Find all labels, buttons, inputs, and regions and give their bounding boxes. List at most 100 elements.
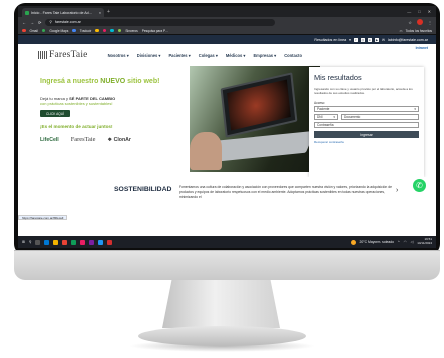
browser-menu-icon[interactable]: ⋮	[428, 20, 432, 25]
close-window-icon[interactable]: ✕	[428, 9, 431, 14]
browser-tab-bar: Inicio - Fares Taie Laboratorio de Ad… ×…	[18, 6, 436, 17]
browser-tab[interactable]: Inicio - Fares Taie Laboratorio de Ad… ×	[22, 8, 104, 17]
menu-item-colegas[interactable]: Colegas ▾	[199, 53, 218, 58]
windows-start-icon[interactable]: ⊞	[22, 240, 25, 244]
new-tab-button[interactable]: +	[107, 8, 110, 17]
partner-logos: LifeCell FaresTaie ❖ ClonAr	[40, 136, 131, 143]
chrome-icon[interactable]	[62, 239, 68, 245]
bookmark-folder-icon	[117, 28, 122, 33]
menu-item-empresas[interactable]: Empresas ▾	[253, 53, 276, 58]
window-controls: — □ ✕	[407, 6, 436, 17]
site-header: FaresTaie Nosotros ▾ Divisiones ▾ Pacien…	[18, 44, 436, 66]
menu-item-medicos[interactable]: Médicos ▾	[226, 53, 246, 58]
whatsapp-icon[interactable]: ✆	[413, 179, 426, 192]
taskbar-search-icon[interactable]: ⚲	[29, 240, 31, 244]
login-submit-button[interactable]: Ingresar	[314, 131, 419, 138]
weather-icon	[350, 239, 356, 245]
wifi-icon[interactable]: ◠	[404, 240, 407, 244]
minimize-icon[interactable]: —	[407, 9, 411, 14]
taskbar-app-icon[interactable]	[80, 239, 86, 245]
clonar-logo: ❖ ClonAr	[107, 136, 131, 143]
taskbar-app-icon[interactable]	[107, 239, 113, 245]
menu-item-nosotros[interactable]: Nosotros ▾	[108, 53, 129, 58]
access-type-value: Paciente	[317, 107, 330, 111]
document-row: DNI ▾ Documento	[314, 114, 419, 122]
website-viewport: Resultados en línea ▾ f ◎ in ▶ ✉ labinfo…	[18, 35, 436, 228]
site-logo[interactable]: FaresTaie	[38, 50, 88, 60]
menu-item-divisiones[interactable]: Divisiones ▾	[137, 53, 161, 58]
link-status-url: https://farestaie.com.ar/#lifecell	[18, 215, 68, 220]
bookmark-folder-icon	[102, 28, 107, 33]
system-tray: 20°C Mayorm. soleado ^ ◠ ◁ 19:51 14/11/2…	[350, 237, 432, 246]
chevron-down-icon: ▾	[333, 115, 335, 119]
bookmark-item[interactable]: Traducir	[80, 29, 92, 33]
site-top-strip: Resultados en línea ▾ f ◎ in ▶ ✉ labinfo…	[18, 35, 436, 44]
results-description: Ingresando con su clave y usuario provis…	[314, 87, 413, 95]
contact-email-link[interactable]: labinfo@farestaie.com.ar	[388, 38, 428, 42]
address-bar[interactable]: ⚲ farestaie.com.ar	[45, 18, 276, 26]
taskbar-app-icon[interactable]	[71, 239, 77, 245]
taskbar-app-icon[interactable]	[89, 239, 95, 245]
bookmark-item[interactable]: Pesquisa para P…	[142, 29, 169, 33]
maximize-icon[interactable]: □	[418, 9, 420, 14]
bookmark-item[interactable]: Google Maps	[49, 29, 68, 33]
main-menu: Nosotros ▾ Divisiones ▾ Pacientes ▾ Cole…	[108, 53, 302, 58]
sustainability-text: Fomentamos una cultura de colaboración y…	[179, 185, 392, 199]
recover-password-link[interactable]: Recuperar contraseña	[314, 140, 419, 144]
document-input[interactable]: Documento	[341, 114, 419, 120]
taskbar-app-icon[interactable]	[44, 239, 50, 245]
file-explorer-icon[interactable]	[53, 239, 59, 245]
all-bookmarks[interactable]: ▭ Todos los favoritos	[400, 29, 432, 33]
logo-mark-icon	[38, 51, 47, 59]
access-type-select[interactable]: Paciente ▾	[314, 106, 419, 112]
task-view-icon[interactable]	[35, 239, 41, 245]
bookmark-maps-icon	[41, 28, 46, 33]
site-info-icon[interactable]: ⚲	[49, 20, 52, 24]
laptop-screen-image	[227, 79, 291, 131]
bookmark-star-icon[interactable]: ☆	[408, 20, 412, 25]
forward-icon[interactable]: →	[30, 20, 34, 25]
hero-subtitle: Dejá tu marca y SÉ PARTE DEL CAMBIO con …	[40, 96, 115, 106]
volume-icon[interactable]: ◁	[411, 240, 414, 244]
bookmarks-bar: Gmail Google Maps Traducir Sinceros Pesq…	[18, 27, 436, 35]
clonar-logo-text: ClonAr	[113, 136, 131, 143]
monitor-stand-neck	[162, 280, 280, 328]
hero-title-bold: NUEVO	[100, 78, 126, 85]
password-input[interactable]: Contraseña	[314, 122, 419, 128]
taskbar-app-icon[interactable]	[98, 239, 104, 245]
linkedin-icon[interactable]: in	[367, 37, 372, 42]
bookmark-item[interactable]: Gmail	[30, 29, 38, 33]
youtube-icon[interactable]: ▶	[374, 37, 379, 42]
hero-title: Ingresá a nuestro NUEVO sitio web!	[40, 78, 159, 85]
bookmark-folder-icon	[95, 28, 99, 33]
taskbar-clock[interactable]: 19:51 14/11/2024	[417, 237, 432, 246]
facebook-icon[interactable]: f	[353, 37, 358, 42]
weather-text[interactable]: 20°C Mayorm. soleado	[360, 240, 395, 244]
monitor-screen: Inicio - Fares Taie Laboratorio de Ad… ×…	[18, 6, 436, 248]
bookmark-folder-icon	[110, 28, 114, 33]
results-title: Mis resultados	[314, 73, 362, 82]
bookmark-item[interactable]: Sinceros	[125, 29, 137, 33]
profile-avatar-icon[interactable]	[417, 19, 423, 25]
instagram-icon[interactable]: ◎	[360, 37, 365, 42]
menu-item-contacto[interactable]: Contacto	[284, 53, 302, 58]
hero-click-button[interactable]: CLICK AQUÍ	[40, 110, 70, 117]
windows-taskbar: ⊞ ⚲ 20°C Mayorm. soleado ^ ◠ ◁ 19:51 14/…	[18, 236, 436, 248]
monitor-stand-base	[138, 326, 306, 346]
carousel-next-icon[interactable]: ›	[396, 187, 398, 194]
document-type-select[interactable]: DNI ▾	[314, 114, 338, 120]
menu-item-pacientes[interactable]: Pacientes ▾	[168, 53, 190, 58]
online-results-link[interactable]: Resultados en línea	[314, 38, 346, 42]
back-icon[interactable]: ←	[22, 20, 26, 25]
farestaie-logo: FaresTaie	[70, 136, 96, 143]
tab-close-icon[interactable]: ×	[99, 11, 101, 15]
intranet-link[interactable]: Intranet	[416, 46, 428, 50]
sustainability-heading: SOSTENIBILIDAD	[114, 186, 172, 193]
tray-chevron-icon[interactable]: ^	[398, 240, 400, 244]
reload-icon[interactable]: ⟳	[38, 20, 41, 25]
clock-date: 14/11/2024	[417, 241, 432, 245]
sustainability-section: SOSTENIBILIDAD Fomentamos una cultura de…	[18, 177, 436, 228]
hero-title-start: Ingresá a nuestro	[40, 78, 101, 85]
lifecell-logo: LifeCell	[40, 136, 59, 143]
site-favicon-icon	[25, 10, 29, 15]
